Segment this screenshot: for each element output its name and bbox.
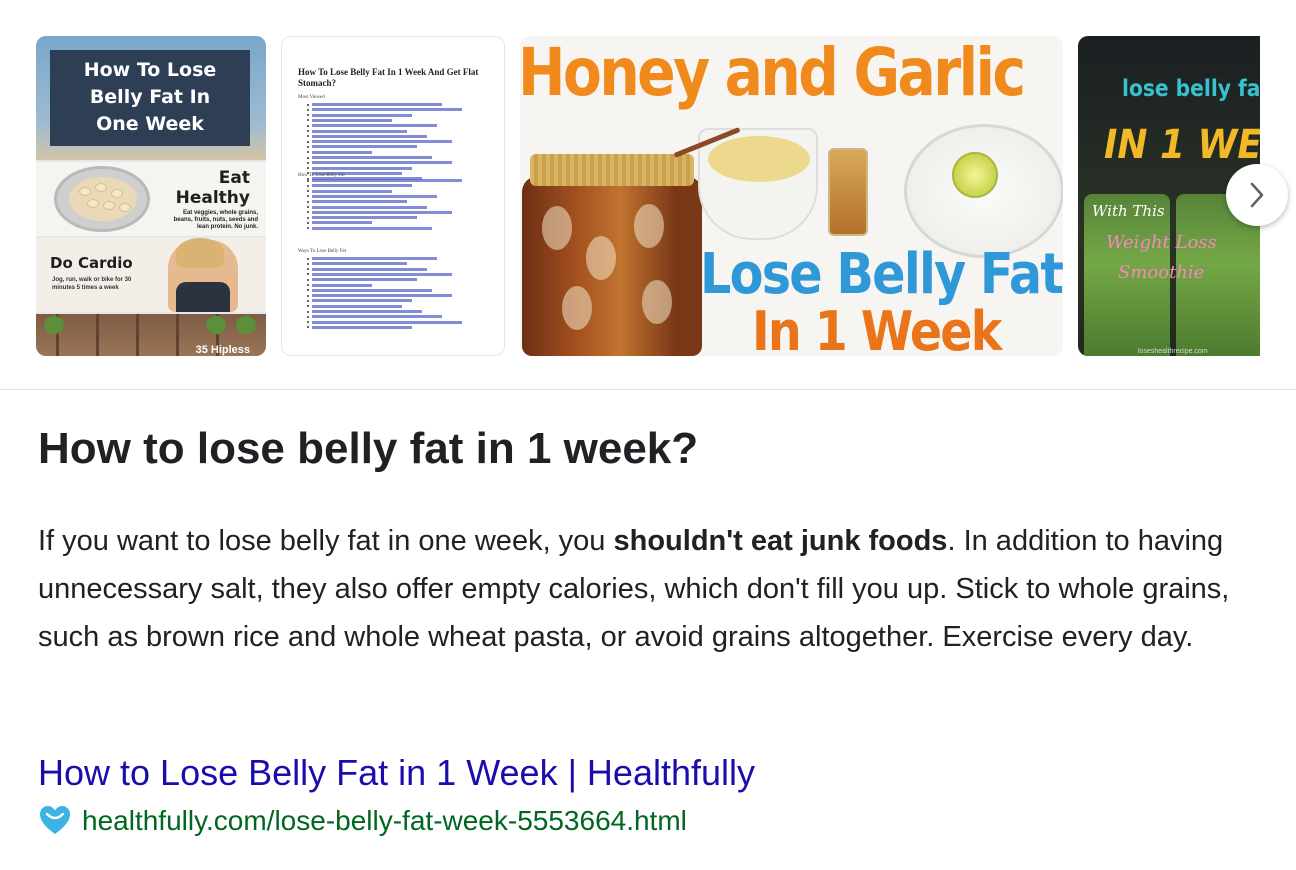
article-link-line (312, 103, 442, 106)
article-link-line (312, 194, 437, 198)
article-link-line (312, 294, 452, 298)
snippet-answer: If you want to lose belly fat in one wee… (38, 525, 1230, 653)
article-link-line (312, 166, 412, 170)
eat-healthy-label: Eat Healthy (175, 168, 250, 208)
result-title-link[interactable]: How to Lose Belly Fat in 1 Week | Health… (38, 752, 755, 794)
article-link-line (312, 315, 442, 319)
carousel-next-button[interactable] (1226, 164, 1288, 226)
article-link-line (312, 278, 417, 282)
article-link-line (312, 140, 452, 144)
article-link-line (312, 216, 417, 220)
result-url[interactable]: healthfully.com/lose-belly-fat-week-5553… (82, 805, 687, 837)
bowl-icon (54, 166, 150, 232)
article-link-line (312, 184, 412, 188)
lemon-icon (952, 152, 998, 198)
article-link-line (312, 299, 412, 303)
article-link-line (312, 310, 422, 313)
article-link-line (312, 257, 437, 260)
article-link-line (312, 325, 412, 329)
collage-title: How To Lose Belly Fat In One Week (50, 50, 250, 146)
article-link-line (312, 150, 372, 154)
article-link-line (312, 320, 462, 324)
article-link-line (312, 108, 462, 112)
heart-icon (40, 806, 70, 834)
article-link-line (312, 205, 427, 209)
exercise-panel: 35 Hipless (36, 314, 266, 356)
carousel-image-honey-garlic[interactable]: Honey and Garlic Lose Belly Fat In 1 Wee… (520, 36, 1063, 356)
tea-cup (698, 128, 818, 240)
article-link-line (312, 288, 432, 292)
honey-jar (522, 176, 702, 356)
carousel-image-collage[interactable]: How To Lose Belly Fat In One Week Eat He… (36, 36, 266, 356)
article-link-line (312, 221, 372, 225)
article-link-line (312, 189, 392, 193)
article-link-line (312, 134, 427, 138)
article-link-line (312, 267, 427, 271)
article-link-line (312, 156, 432, 159)
carousel-image-article[interactable]: How To Lose Belly Fat In 1 Week And Get … (281, 36, 505, 356)
article-link-line (312, 124, 437, 128)
do-cardio-panel: Do Cardio Jog, run, walk or bike for 30 … (36, 238, 266, 312)
article-link-line (312, 179, 462, 182)
eat-healthy-panel: Eat Healthy Eat veggies, whole grains, b… (36, 162, 266, 236)
result-url-row: healthfully.com/lose-belly-fat-week-5553… (38, 804, 687, 838)
article-link-line (312, 304, 402, 308)
article-link-line (312, 118, 392, 122)
article-link-line (312, 113, 412, 117)
image-carousel: How To Lose Belly Fat In One Week Eat He… (36, 36, 1260, 356)
article-link-line (312, 145, 417, 149)
chevron-right-icon (1250, 182, 1264, 208)
article-link-line (312, 262, 407, 266)
article-link-line (312, 210, 452, 214)
featured-snippet-card: How To Lose Belly Fat In One Week Eat He… (0, 0, 1296, 870)
answer-highlight: shouldn't eat junk foods (613, 525, 948, 557)
article-link-line (312, 226, 432, 230)
divider (0, 389, 1296, 390)
article-link-line (312, 272, 452, 276)
snippet-question: How to lose belly fat in 1 week? (38, 424, 699, 473)
article-link-line (312, 283, 372, 287)
article-link-line (312, 129, 407, 133)
article-link-line (312, 200, 407, 204)
article-link-line (312, 161, 452, 165)
